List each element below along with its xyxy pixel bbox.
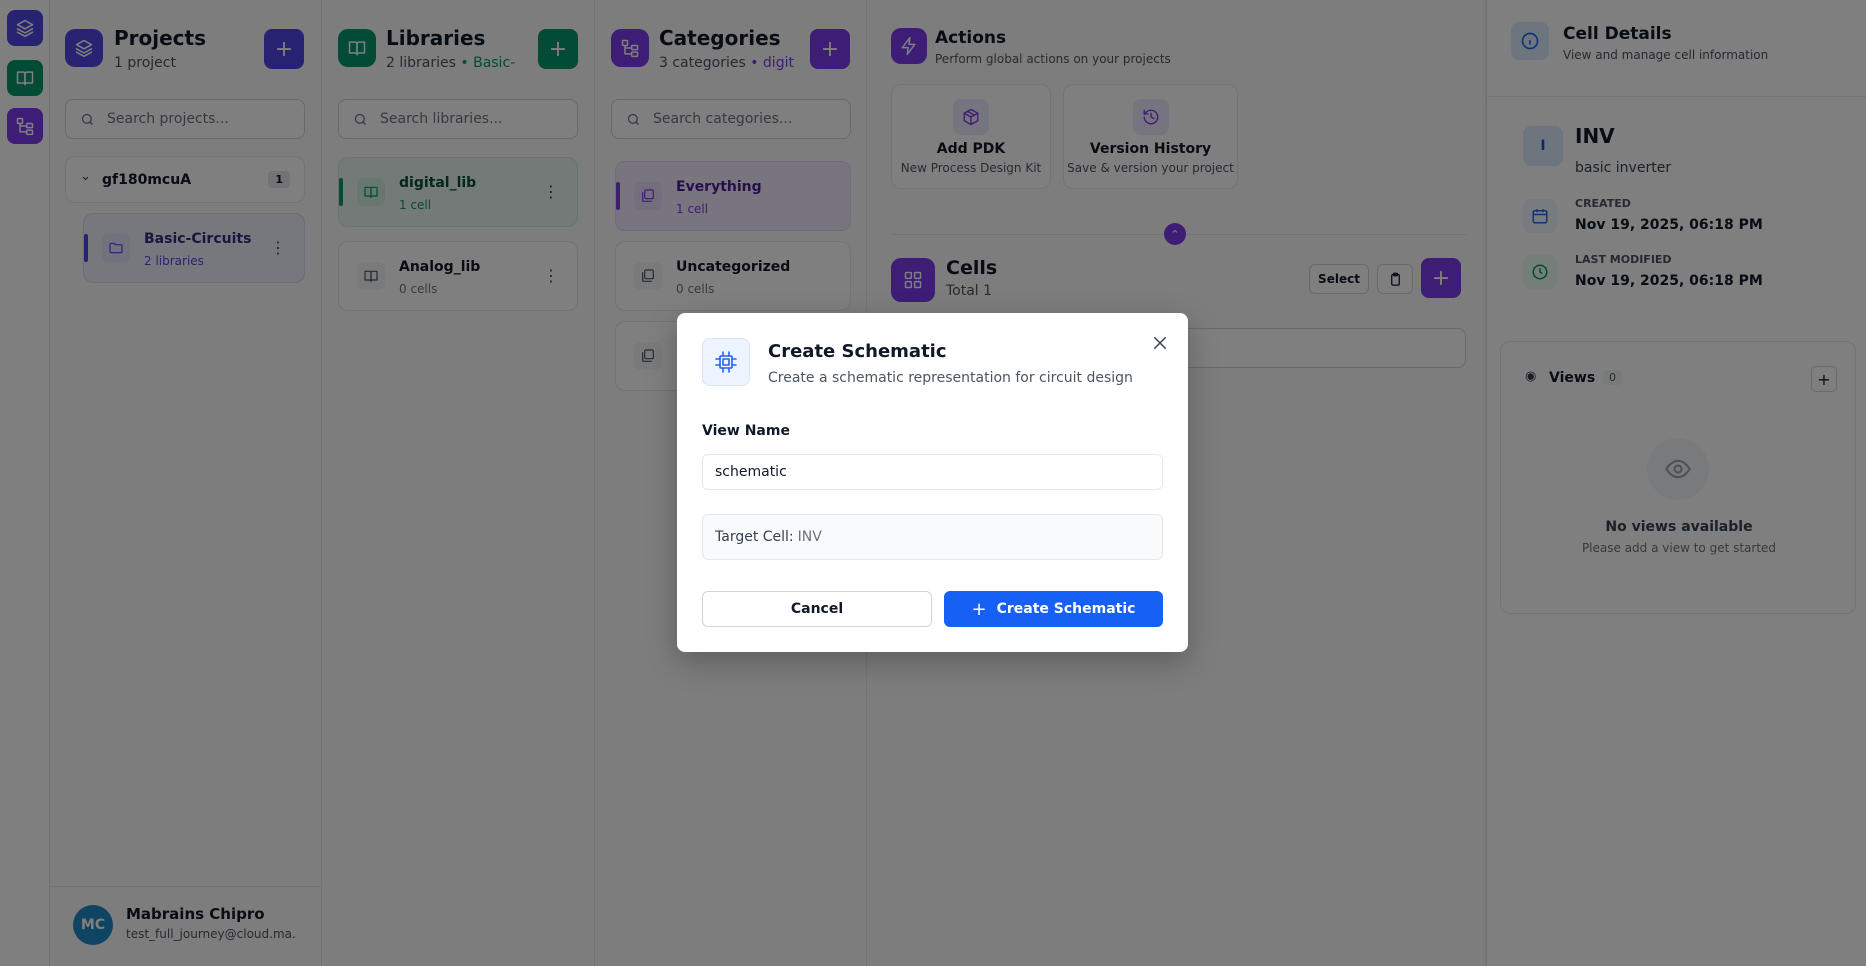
view-name-label: View Name <box>702 423 790 439</box>
dialog-subtitle: Create a schematic representation for ci… <box>768 370 1133 386</box>
target-cell-value: INV <box>797 529 822 545</box>
dialog-title: Create Schematic <box>768 341 947 362</box>
create-schematic-dialog: Create Schematic Create a schematic repr… <box>677 313 1188 652</box>
view-name-input[interactable] <box>702 454 1163 490</box>
target-cell-info: Target Cell: INV <box>702 514 1163 560</box>
plus-icon: + <box>971 598 987 620</box>
close-icon[interactable] <box>1148 331 1172 355</box>
chip-icon <box>702 338 750 386</box>
create-schematic-button[interactable]: + Create Schematic <box>944 591 1163 627</box>
create-schematic-label: Create Schematic <box>996 601 1136 617</box>
target-cell-label: Target Cell: <box>715 529 794 545</box>
cancel-button[interactable]: Cancel <box>702 591 932 627</box>
